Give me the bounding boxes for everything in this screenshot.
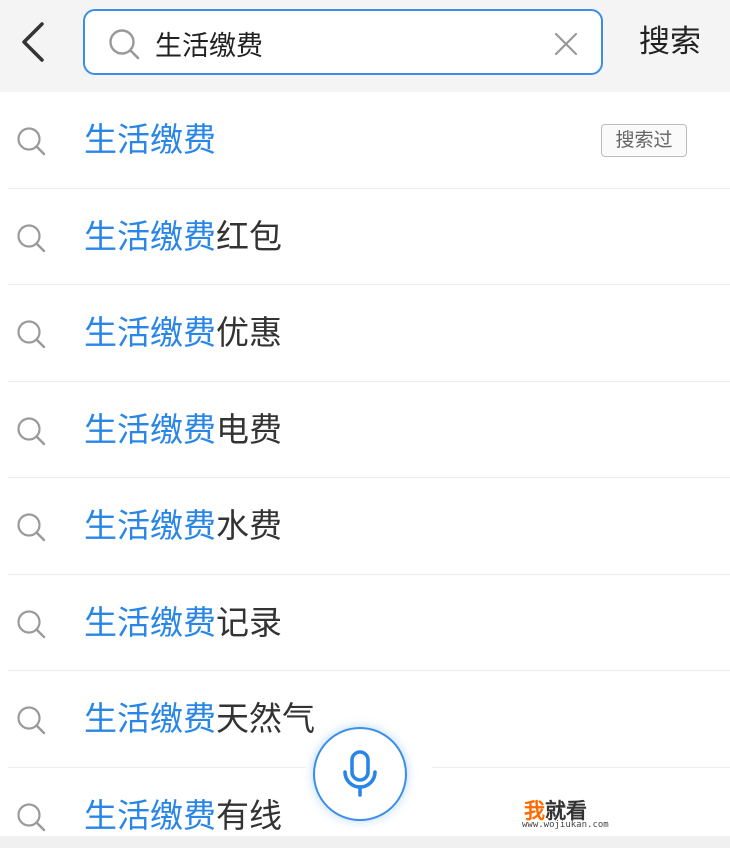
search-icon [17, 320, 46, 349]
search-icon [17, 706, 46, 735]
search-icon [17, 802, 46, 831]
suggestion-text: 生活缴费记录 [84, 601, 282, 645]
suggestion-highlight: 生活缴费 [84, 313, 216, 352]
suggestion-text: 生活缴费有线 [84, 794, 282, 838]
suggestion-highlight: 生活缴费 [84, 795, 216, 835]
suggestion-text: 生活缴费优惠 [84, 311, 282, 355]
microphone-icon [343, 750, 377, 797]
suggestion-rest: 天然气 [216, 699, 315, 738]
suggestion-rest: 水费 [216, 506, 282, 545]
search-icon [17, 416, 46, 445]
suggestion-rest: 电费 [216, 409, 282, 449]
search-input[interactable] [155, 23, 535, 63]
search-icon [17, 609, 46, 638]
site-watermark: 我就看 www.wojiukan.com [518, 794, 628, 834]
suggestion-text: 生活缴费天然气 [84, 697, 315, 741]
suggestion-highlight: 生活缴费 [84, 409, 216, 449]
suggestion-item[interactable]: 生活缴费水费 [0, 478, 730, 575]
suggestion-rest: 记录 [216, 602, 282, 642]
suggestion-rest: 优惠 [216, 313, 282, 352]
back-arrow-icon [22, 22, 44, 62]
watermark-url: www.wojiukan.com [522, 820, 609, 830]
search-icon [109, 29, 140, 60]
suggestion-rest: 有线 [216, 795, 282, 835]
suggestion-highlight: 生活缴费 [84, 216, 216, 256]
back-button[interactable] [10, 16, 56, 68]
searched-before-badge: 搜索过 [601, 124, 687, 157]
suggestion-text: 生活缴费水费 [84, 504, 282, 548]
suggestion-item[interactable]: 生活缴费红包 [0, 189, 730, 286]
suggestion-item[interactable]: 生活缴费优惠 [0, 285, 730, 382]
suggestion-highlight: 生活缴费 [84, 699, 216, 738]
search-header: 搜索 [0, 0, 730, 92]
suggestion-highlight: 生活缴费 [84, 506, 216, 545]
search-icon [17, 513, 46, 542]
clear-icon[interactable] [549, 27, 583, 61]
suggestion-highlight: 生活缴费 [84, 120, 216, 159]
suggestion-item[interactable]: 生活缴费记录 [0, 575, 730, 672]
suggestion-text: 生活缴费电费 [84, 408, 282, 452]
search-box [83, 9, 603, 75]
bottom-bar [0, 836, 730, 848]
suggestion-item[interactable]: 生活缴费 搜索过 [0, 92, 730, 189]
suggestion-text: 生活缴费红包 [84, 215, 282, 259]
voice-search-button[interactable] [313, 727, 407, 821]
suggestion-text: 生活缴费 [84, 118, 216, 162]
suggestion-rest: 红包 [216, 216, 282, 256]
search-icon [17, 127, 46, 156]
suggestion-highlight: 生活缴费 [84, 602, 216, 642]
suggestion-item[interactable]: 生活缴费电费 [0, 382, 730, 479]
search-submit-button[interactable]: 搜索 [624, 20, 716, 64]
search-icon [17, 223, 46, 252]
